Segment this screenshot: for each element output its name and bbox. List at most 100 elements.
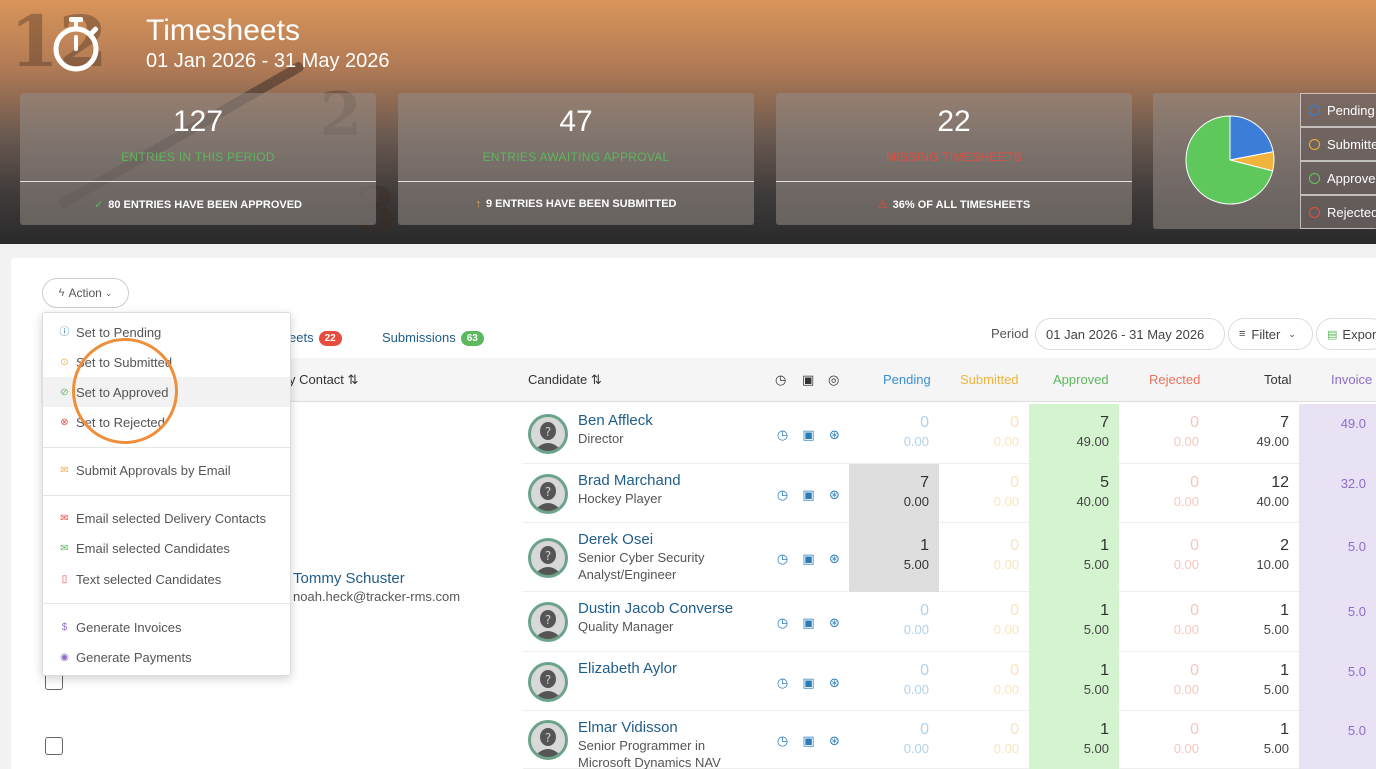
pending-cell[interactable]: 0 0.00 <box>849 652 939 711</box>
submitted-cell[interactable]: 0 0.00 <box>939 592 1029 652</box>
column-header-rejected[interactable]: Rejected <box>1149 372 1200 387</box>
total-cell[interactable]: 1 5.00 <box>1214 592 1299 652</box>
avatar[interactable]: ? <box>528 662 568 702</box>
currency-icon[interactable]: ⊛ <box>827 733 842 748</box>
total-cell[interactable]: 1 5.00 <box>1214 652 1299 711</box>
clock-icon[interactable]: ◷ <box>775 615 790 630</box>
invoiced-cell[interactable]: 5.0 <box>1299 523 1376 592</box>
tab-timesheets[interactable]: eets 22 <box>289 330 342 346</box>
filter-button[interactable]: ≡ Filter ⌄ <box>1228 318 1313 350</box>
avatar[interactable]: ? <box>528 474 568 514</box>
pending-cell[interactable]: 0 0.00 <box>849 711 939 769</box>
rejected-cell[interactable]: 0 0.00 <box>1119 464 1209 523</box>
submitted-cell[interactable]: 0 0.00 <box>939 711 1029 769</box>
candidate-name[interactable]: Brad Marchand <box>578 472 681 489</box>
menu-item-email-candidates[interactable]: ✉ Email selected Candidates <box>43 533 290 563</box>
invoiced-cell[interactable]: 5.0 <box>1299 711 1376 769</box>
table-row[interactable]: ? Ben Affleck Director ◷ ▣ ⊛ 0 0.00 0 0.00 7 49.00 0… <box>523 404 1376 464</box>
invoiced-cell[interactable]: 5.0 <box>1299 592 1376 652</box>
clock-icon[interactable]: ◷ <box>775 675 790 690</box>
currency-icon[interactable]: ⊛ <box>827 487 842 502</box>
legend-item-approved[interactable]: Approved <box>1300 161 1376 195</box>
submitted-cell[interactable]: 0 0.00 <box>939 464 1029 523</box>
invoiced-cell[interactable]: 5.0 <box>1299 652 1376 711</box>
legend-item-submitted[interactable]: Submitted <box>1300 127 1376 161</box>
column-header-invoiced[interactable]: Invoice <box>1331 372 1372 387</box>
rejected-cell[interactable]: 0 0.00 <box>1119 404 1209 464</box>
stat-card-entries[interactable]: 127 ENTRIES IN THIS PERIOD ✓ 80 ENTRIES H… <box>20 93 376 225</box>
clock-icon[interactable]: ◷ <box>775 427 790 442</box>
approved-cell[interactable]: 1 5.00 <box>1029 523 1119 592</box>
pending-cell[interactable]: 0 0.00 <box>849 592 939 652</box>
row-checkbox[interactable] <box>45 737 63 755</box>
column-header-pending[interactable]: Pending <box>883 372 931 387</box>
menu-item-email-delivery-contacts[interactable]: ✉ Email selected Delivery Contacts <box>43 503 290 533</box>
pending-cell[interactable]: 0 0.00 <box>849 404 939 464</box>
table-row[interactable]: ? Elmar Vidisson Senior Programmer in Micr… <box>523 711 1376 769</box>
currency-icon[interactable]: ⊛ <box>827 427 842 442</box>
approved-cell[interactable]: 1 5.00 <box>1029 711 1119 769</box>
submitted-cell[interactable]: 0 0.00 <box>939 523 1029 592</box>
column-header-contact[interactable]: y Contact ⇅ <box>289 372 358 388</box>
stat-card-awaiting[interactable]: 47 ENTRIES AWAITING APPROVAL ↑ 9 ENTRIES … <box>398 93 754 225</box>
avatar[interactable]: ? <box>528 414 568 454</box>
currency-icon[interactable]: ⊛ <box>827 551 842 566</box>
candidate-name[interactable]: Elizabeth Aylor <box>578 660 677 677</box>
total-cell[interactable]: 1 5.00 <box>1214 711 1299 769</box>
menu-item-text-candidates[interactable]: ▯ Text selected Candidates <box>43 564 290 594</box>
candidate-name[interactable]: Derek Osei <box>578 531 653 548</box>
briefcase-icon[interactable]: ▣ <box>801 427 816 442</box>
candidate-name[interactable]: Dustin Jacob Converse <box>578 600 733 617</box>
contact-name[interactable]: Tommy Schuster <box>293 570 405 587</box>
legend-item-rejected[interactable]: Rejected <box>1300 195 1376 229</box>
tab-submissions[interactable]: Submissions 63 <box>382 330 484 346</box>
pending-cell[interactable]: 7 0.00 <box>849 464 939 523</box>
avatar[interactable]: ? <box>528 602 568 642</box>
briefcase-icon[interactable]: ▣ <box>801 675 816 690</box>
column-header-approved[interactable]: Approved <box>1053 372 1109 387</box>
briefcase-icon[interactable]: ▣ <box>801 733 816 748</box>
candidate-name[interactable]: Ben Affleck <box>578 412 653 429</box>
column-header-total[interactable]: Total <box>1264 372 1291 387</box>
total-cell[interactable]: 2 10.00 <box>1214 523 1299 592</box>
menu-item-set-pending[interactable]: ⓘ Set to Pending <box>43 317 290 347</box>
table-row[interactable]: ? Elizabeth Aylor ◷ ▣ ⊛ 0 0.00 0 0.00 1 5.00 0 0.00 1… <box>523 652 1376 711</box>
invoiced-cell[interactable]: 49.0 <box>1299 404 1376 464</box>
currency-icon[interactable]: ⊛ <box>827 675 842 690</box>
submitted-cell[interactable]: 0 0.00 <box>939 652 1029 711</box>
approved-cell[interactable]: 1 5.00 <box>1029 652 1119 711</box>
currency-icon[interactable]: ⊛ <box>827 615 842 630</box>
clock-icon[interactable]: ◷ <box>775 487 790 502</box>
approved-cell[interactable]: 7 49.00 <box>1029 404 1119 464</box>
table-row[interactable]: ? Dustin Jacob Converse Quality Manager ◷ ▣ ⊛… <box>523 592 1376 652</box>
menu-item-generate-invoices[interactable]: $ Generate Invoices <box>43 612 290 642</box>
pending-cell[interactable]: 1 5.00 <box>849 523 939 592</box>
legend-item-pending[interactable]: Pending <box>1300 93 1376 127</box>
approved-cell[interactable]: 5 40.00 <box>1029 464 1119 523</box>
invoiced-cell[interactable]: 32.0 <box>1299 464 1376 523</box>
rejected-cell[interactable]: 0 0.00 <box>1119 592 1209 652</box>
briefcase-icon[interactable]: ▣ <box>801 615 816 630</box>
rejected-cell[interactable]: 0 0.00 <box>1119 711 1209 769</box>
period-picker[interactable]: 01 Jan 2026 - 31 May 2026 <box>1035 318 1225 350</box>
table-row[interactable]: ? Brad Marchand Hockey Player ◷ ▣ ⊛ 7 0.00 0 0.00… <box>523 464 1376 523</box>
table-row[interactable]: ? Derek Osei Senior Cyber Security Analyst… <box>523 523 1376 592</box>
candidate-name[interactable]: Elmar Vidisson <box>578 719 678 736</box>
total-cell[interactable]: 12 40.00 <box>1214 464 1299 523</box>
column-header-candidate[interactable]: Candidate ⇅ <box>528 372 602 388</box>
column-header-submitted[interactable]: Submitted <box>960 372 1019 387</box>
avatar[interactable]: ? <box>528 538 568 578</box>
avatar[interactable]: ? <box>528 720 568 760</box>
menu-item-submit-approvals-email[interactable]: ✉ Submit Approvals by Email <box>43 455 290 485</box>
total-cell[interactable]: 7 49.00 <box>1214 404 1299 464</box>
rejected-cell[interactable]: 0 0.00 <box>1119 652 1209 711</box>
menu-item-generate-payments[interactable]: ◉ Generate Payments <box>43 642 290 672</box>
clock-icon[interactable]: ◷ <box>775 551 790 566</box>
stat-card-missing[interactable]: 22 MISSING TIMESHEETS ⚠ 36% OF ALL TIMESH… <box>776 93 1132 225</box>
export-button[interactable]: ▤ Expor <box>1316 318 1376 350</box>
approved-cell[interactable]: 1 5.00 <box>1029 592 1119 652</box>
action-dropdown-button[interactable]: ϟ Action ⌄ <box>42 278 129 308</box>
briefcase-icon[interactable]: ▣ <box>801 551 816 566</box>
clock-icon[interactable]: ◷ <box>775 733 790 748</box>
rejected-cell[interactable]: 0 0.00 <box>1119 523 1209 592</box>
